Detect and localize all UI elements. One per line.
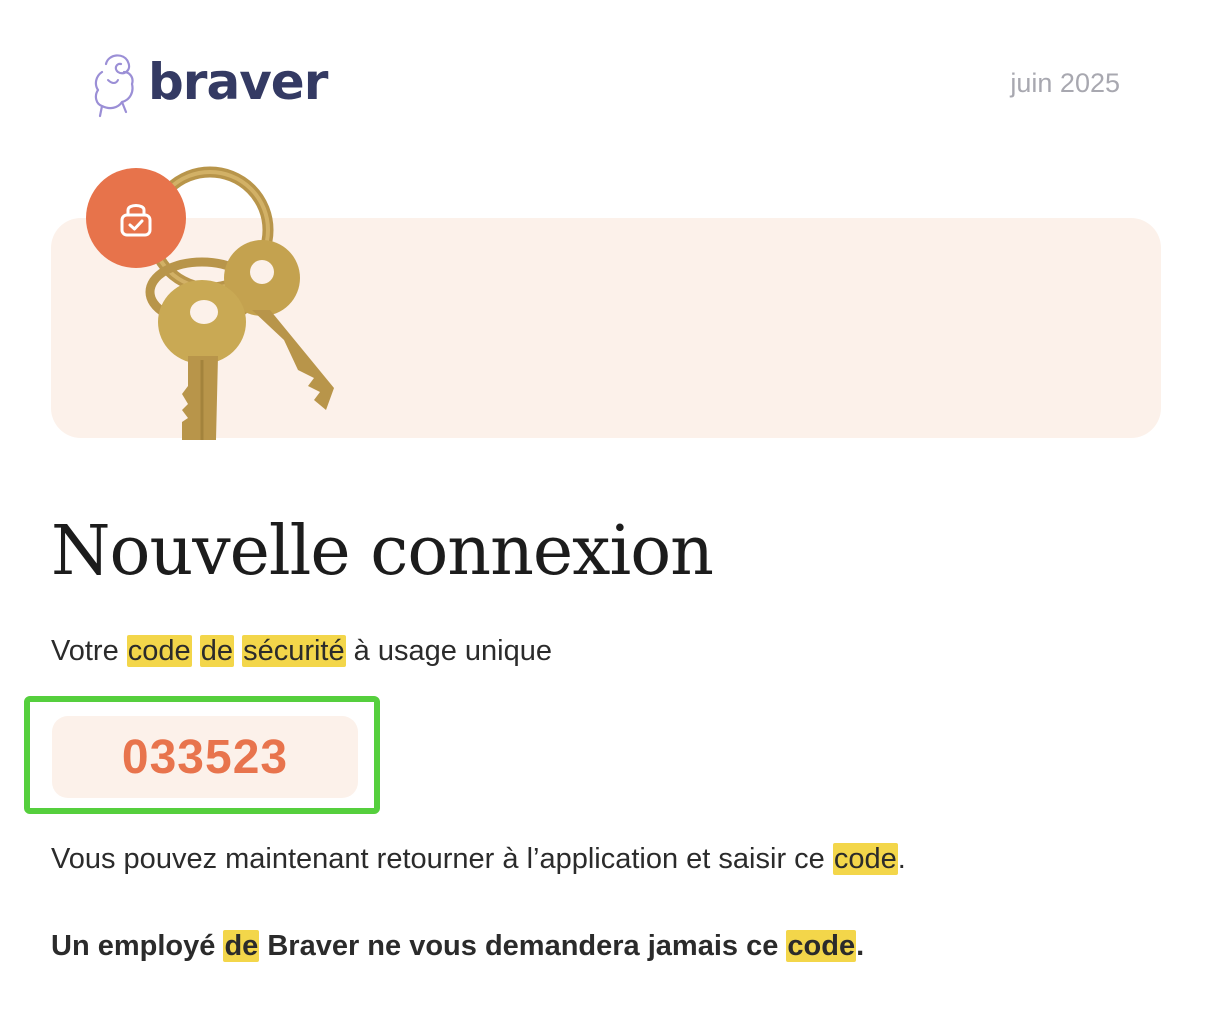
info-body: Vous pouvez maintenant retourner à l’app… — [51, 843, 833, 875]
lock-badge — [86, 168, 186, 268]
highlight-de: de — [223, 930, 260, 962]
subtitle-text: à usage unique — [345, 635, 553, 667]
brand-name: braver — [148, 53, 328, 111]
info-end: . — [897, 843, 906, 875]
warning-text: Un employé de Braver ne vous demandera j… — [51, 930, 864, 963]
braver-logo[interactable]: braver — [88, 50, 328, 120]
warning-part: Braver ne vous demandera jamais ce — [259, 930, 787, 962]
highlight-code: code — [786, 930, 857, 962]
email-date: juin 2025 — [1010, 68, 1120, 98]
page-title: Nouvelle connexion — [51, 512, 714, 591]
subtitle-space — [192, 635, 200, 667]
highlight-code: code — [832, 843, 898, 875]
ram-logo-icon — [94, 54, 134, 118]
warning-end: . — [856, 930, 865, 962]
highlight-de: de — [199, 635, 234, 667]
lock-check-icon — [120, 204, 152, 237]
highlight-securite: sécurité — [242, 635, 346, 667]
email-page: braver juin 2025 Nouvelle connexion Votr… — [0, 0, 1212, 1018]
code-intro-text: Votre code de sécurité à usage unique — [51, 635, 552, 668]
highlight-code: code — [126, 635, 192, 667]
subtitle-text: Votre — [51, 635, 127, 667]
warning-part: Un employé — [51, 930, 224, 962]
info-text: Vous pouvez maintenant retourner à l’app… — [51, 843, 906, 876]
code-highlight-frame — [24, 696, 380, 814]
subtitle-space — [234, 635, 242, 667]
